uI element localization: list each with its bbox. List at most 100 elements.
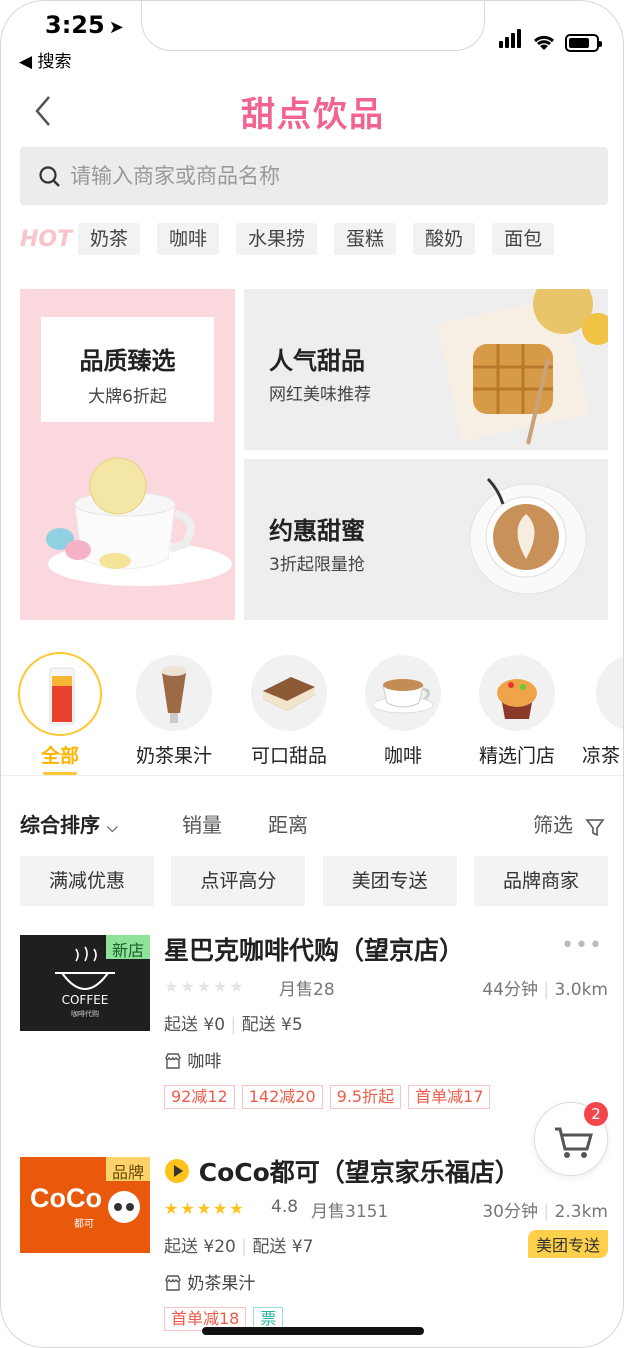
sort-row: 综合排序 ⌵ 销量 距离 筛选 [20, 807, 608, 841]
hot-tag-yogurt[interactable]: 酸奶 [413, 223, 476, 255]
status-icons [499, 29, 602, 52]
muffin-icon [479, 655, 555, 731]
latte-art-image [469, 477, 587, 595]
category-strip: 全部 奶茶果汁 可口甜品 咖啡 精选门店 凉茶 [1, 652, 623, 775]
cellular-signal-icon [499, 29, 523, 52]
hot-tag-fruit[interactable]: 水果捞 [236, 223, 318, 255]
category-label: 全部 [40, 745, 79, 767]
rating-stars: ★★★★★ [164, 977, 246, 996]
banner-subtitle: 网红美味推荐 [269, 385, 371, 405]
category-coffee[interactable]: 咖啡 [348, 655, 458, 768]
teacup-macaron-image [46, 457, 232, 586]
category-milk-tea-juice[interactable]: 奶茶果汁 [119, 655, 229, 768]
store-icon [165, 1275, 181, 1291]
category-label: 奶茶果汁 [135, 745, 212, 767]
filter-funnel-icon [585, 818, 605, 836]
search-bar[interactable] [20, 147, 608, 205]
promo-tags: 92减12 142减20 9.5折起 首单减17 [164, 1085, 497, 1109]
category-label: 可口甜品 [250, 745, 327, 767]
sort-distance-button[interactable]: 距离 [268, 809, 308, 838]
thumb-text: COFFEE [61, 993, 109, 1007]
coco-mascot-icon [108, 1191, 140, 1223]
category-label: 咖啡 [383, 745, 422, 767]
phone-frame: 3:25➤ ◀ 搜索 甜点饮品 HOT 奶茶 咖啡 水果捞 蛋糕 酸奶 面包 品… [0, 0, 624, 1348]
banner-title: 品质臻选 [79, 347, 176, 375]
category-herbal-tea[interactable]: 凉茶 [576, 655, 623, 768]
banner-subtitle: 大牌6折起 [88, 387, 167, 407]
hot-label: HOT [20, 226, 73, 252]
home-indicator[interactable] [202, 1327, 424, 1335]
category-all[interactable]: 全部 [5, 652, 115, 775]
category-label: 凉茶 [582, 745, 621, 767]
battery-icon [565, 34, 602, 52]
category-label: 精选门店 [478, 745, 555, 767]
back-to-app-link[interactable]: ◀ 搜索 [19, 47, 71, 72]
store-card-coco[interactable]: CoCo 都可 品牌 CoCo都可（望京家乐福店） ★★★★★ 4.8 月售31… [1, 1153, 623, 1333]
banner-title: 人气甜品 [269, 347, 365, 375]
delivery-time-distance: 44分钟 | 3.0km [482, 980, 608, 1000]
thumb-subtext: 都可 [74, 1219, 94, 1230]
filter-meituan-delivery[interactable]: 美团专送 [322, 856, 457, 906]
monthly-sales: 月售3151 [311, 1202, 389, 1222]
iced-tea-icon [18, 652, 102, 736]
category-featured-stores[interactable]: 精选门店 [462, 655, 572, 768]
hot-tag-milk-tea[interactable]: 奶茶 [78, 223, 141, 255]
search-input[interactable] [70, 147, 590, 205]
thumb-subtext: 咖啡代购 [71, 1010, 99, 1018]
promo-tag: 首单减17 [408, 1085, 491, 1109]
rating-stars: ★★★★★ [164, 1199, 246, 1218]
coffee-cup-icon [365, 655, 441, 731]
meituan-delivery-badge: 美团专送 [527, 1230, 608, 1258]
brand-badge: 品牌 [105, 1157, 150, 1182]
promo-tag: 142减20 [241, 1085, 323, 1109]
store-thumbnail: COFFEE 咖啡代购 新店 [20, 935, 150, 1031]
promo-tag: 92减12 [164, 1085, 235, 1109]
sort-sales-button[interactable]: 销量 [182, 809, 222, 838]
filter-brand-stores[interactable]: 品牌商家 [473, 856, 608, 906]
banner-title: 约惠甜蜜 [269, 517, 365, 545]
store-card-starbucks[interactable]: COFFEE 咖啡代购 新店 星巴克咖啡代购（望京店） ••• ★★★★★ 月售… [1, 931, 623, 1121]
chevron-down-icon: ⌵ [106, 820, 118, 836]
banner-subtitle: 3折起限量抢 [269, 555, 365, 575]
location-arrow-icon: ➤ [108, 17, 124, 38]
page-title: 甜点饮品 [241, 95, 385, 135]
hot-tag-coffee[interactable]: 咖啡 [157, 223, 220, 255]
fee-info: 起送 ¥20 | 配送 ¥7 [164, 1237, 314, 1257]
notch [141, 1, 485, 51]
rating-score: 4.8 [271, 1197, 299, 1217]
store-name: CoCo都可（望京家乐福店） [164, 1153, 520, 1189]
store-category: 咖啡 [164, 1047, 221, 1072]
play-badge-icon [165, 1159, 189, 1183]
herbal-tea-icon [596, 655, 623, 731]
wifi-icon [533, 35, 555, 50]
search-icon [39, 166, 60, 187]
store-category: 奶茶果汁 [164, 1269, 255, 1294]
filter-high-rating[interactable]: 点评高分 [171, 856, 306, 906]
quick-filter-row: 满减优惠 点评高分 美团专送 品牌商家 [20, 856, 608, 906]
filter-discount[interactable]: 满减优惠 [20, 856, 154, 906]
status-time: 3:25 ➤ [45, 11, 124, 39]
tiramisu-icon [251, 655, 327, 731]
new-store-badge: 新店 [105, 935, 150, 960]
filter-button[interactable]: 筛选 [533, 809, 605, 838]
banner-popular-dessert[interactable]: 人气甜品 网红美味推荐 [244, 289, 608, 450]
delivery-time-distance: 30分钟 | 2.3km [482, 1202, 608, 1222]
hot-tag-bread[interactable]: 面包 [492, 223, 555, 255]
banner-sweet-deals[interactable]: 约惠甜蜜 3折起限量抢 [244, 459, 608, 620]
banner-quality-select[interactable]: 品质臻选 大牌6折起 [20, 289, 235, 620]
cart-count-badge: 2 [584, 1102, 608, 1126]
banner-quality-text: 品质臻选 大牌6折起 [41, 317, 214, 422]
milk-tea-icon [136, 655, 212, 731]
promo-tag: 9.5折起 [329, 1085, 402, 1109]
category-desserts[interactable]: 可口甜品 [234, 655, 344, 768]
waffle-image [436, 289, 608, 445]
store-thumbnail: CoCo 都可 品牌 [20, 1157, 150, 1253]
header: 甜点饮品 [1, 81, 623, 141]
hot-tags-row: HOT 奶茶 咖啡 水果捞 蛋糕 酸奶 面包 [20, 223, 571, 255]
hot-tag-cake[interactable]: 蛋糕 [334, 223, 397, 255]
sort-comprehensive-button[interactable]: 综合排序 ⌵ [20, 809, 118, 838]
monthly-sales: 月售28 [279, 980, 335, 1000]
fee-info: 起送 ¥0 | 配送 ¥5 [164, 1015, 303, 1035]
more-options-icon[interactable]: ••• [561, 933, 603, 958]
store-name: 星巴克咖啡代购（望京店） [164, 936, 465, 965]
